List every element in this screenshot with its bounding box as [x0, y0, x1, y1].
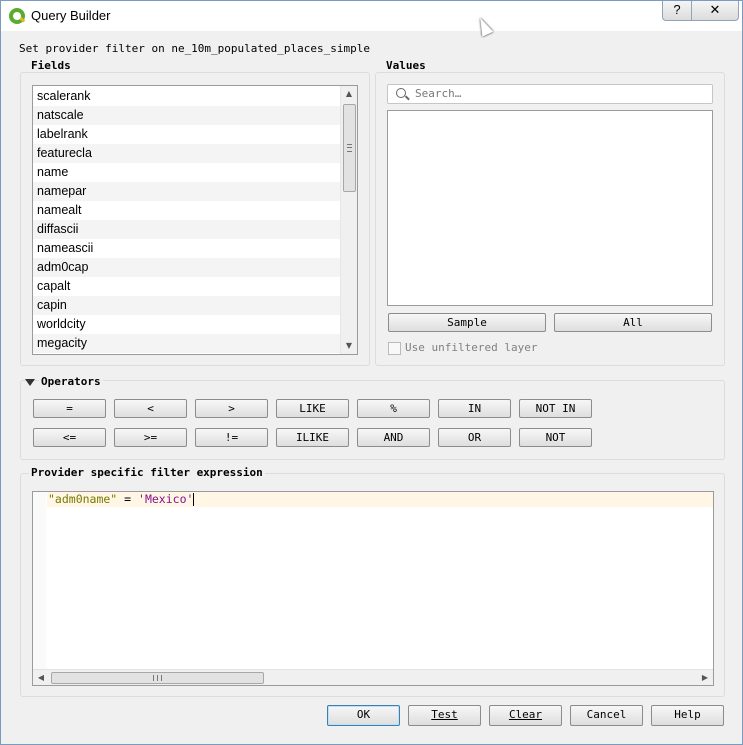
- op-in-button[interactable]: IN: [438, 399, 511, 418]
- op-not-in-button[interactable]: NOT IN: [519, 399, 592, 418]
- operators-group-title: Operators: [39, 375, 103, 388]
- test-button-label: Test: [431, 708, 458, 721]
- provider-filter-label: Set provider filter on ne_10m_populated_…: [19, 42, 370, 55]
- collapse-triangle-icon[interactable]: [25, 379, 35, 386]
- scroll-right-icon[interactable]: ▶: [697, 670, 713, 685]
- test-button[interactable]: Test: [408, 705, 481, 726]
- values-list[interactable]: [387, 110, 713, 306]
- field-list-item[interactable]: scalerank: [33, 87, 340, 106]
- field-list-item[interactable]: capalt: [33, 277, 340, 296]
- op-percent-button[interactable]: %: [357, 399, 430, 418]
- field-list-item[interactable]: capin: [33, 296, 340, 315]
- close-button[interactable]: ✕: [691, 1, 739, 21]
- query-builder-window: Query Builder ? ✕ Set provider filter on…: [0, 0, 743, 745]
- scroll-thumb[interactable]: [343, 104, 356, 192]
- fields-group-title: Fields: [29, 59, 73, 72]
- expression-field-token: "adm0name": [48, 492, 118, 506]
- operators-group: [20, 380, 725, 460]
- op-ilike-button[interactable]: ILIKE: [276, 428, 349, 447]
- expression-value-token: 'Mexico': [138, 492, 194, 506]
- field-list-item[interactable]: nameascii: [33, 239, 340, 258]
- horizontal-scroll-thumb[interactable]: [51, 672, 264, 684]
- field-list-item[interactable]: namepar: [33, 182, 340, 201]
- scroll-down-icon[interactable]: ▼: [341, 338, 357, 354]
- field-list-item[interactable]: name: [33, 163, 340, 182]
- help-button[interactable]: Help: [651, 705, 724, 726]
- field-list-item[interactable]: adm0cap: [33, 258, 340, 277]
- field-list-item[interactable]: natscale: [33, 106, 340, 125]
- field-list-item[interactable]: megacity: [33, 334, 340, 353]
- search-icon: [396, 88, 406, 98]
- clear-button-label: Clear: [508, 708, 543, 721]
- unfiltered-layer-checkbox[interactable]: [388, 342, 401, 355]
- scroll-up-icon[interactable]: ▲: [341, 86, 357, 102]
- op-less-equal-button[interactable]: <=: [33, 428, 106, 447]
- op-like-button[interactable]: LIKE: [276, 399, 349, 418]
- sample-button[interactable]: Sample: [388, 313, 546, 332]
- title-bar: Query Builder ? ✕: [1, 1, 742, 31]
- expression-operator-token: =: [117, 492, 139, 506]
- op-or-button[interactable]: OR: [438, 428, 511, 447]
- values-search-input[interactable]: Search…: [387, 84, 713, 104]
- op-greater-equal-button[interactable]: >=: [114, 428, 187, 447]
- clear-button[interactable]: Clear: [489, 705, 562, 726]
- qgis-logo-icon: [9, 8, 25, 24]
- expression-text[interactable]: "adm0name" = 'Mexico': [48, 492, 195, 507]
- scroll-left-icon[interactable]: ◀: [33, 670, 49, 685]
- field-list-item[interactable]: labelrank: [33, 125, 340, 144]
- field-list-item[interactable]: featurecla: [33, 144, 340, 163]
- field-list-item[interactable]: diffascii: [33, 220, 340, 239]
- op-greater-button[interactable]: >: [195, 399, 268, 418]
- window-title: Query Builder: [31, 8, 111, 23]
- search-placeholder: Search…: [415, 87, 462, 100]
- ok-button[interactable]: OK: [327, 705, 400, 726]
- cancel-button[interactable]: Cancel: [570, 705, 643, 726]
- field-list-item[interactable]: namealt: [33, 201, 340, 220]
- fields-vertical-scrollbar[interactable]: ▲ ▼: [340, 86, 357, 354]
- field-list-item[interactable]: worldcity: [33, 315, 340, 334]
- text-caret: [193, 493, 195, 506]
- help-title-button[interactable]: ?: [662, 1, 692, 21]
- grip-icon: [153, 675, 162, 681]
- op-not-button[interactable]: NOT: [519, 428, 592, 447]
- editor-margin: [33, 492, 46, 669]
- all-button[interactable]: All: [554, 313, 712, 332]
- expression-horizontal-scrollbar[interactable]: ◀ ▶: [33, 669, 713, 685]
- filter-expression-editor[interactable]: "adm0name" = 'Mexico' ◀ ▶: [32, 491, 714, 686]
- unfiltered-layer-label: Use unfiltered layer: [405, 341, 538, 354]
- op-less-button[interactable]: <: [114, 399, 187, 418]
- expression-group-title: Provider specific filter expression: [29, 466, 265, 479]
- values-group-title: Values: [384, 59, 428, 72]
- grip-icon: [347, 144, 352, 152]
- op-and-button[interactable]: AND: [357, 428, 430, 447]
- op-equals-button[interactable]: =: [33, 399, 106, 418]
- fields-list[interactable]: scalerank natscale labelrank featurecla name…: [32, 85, 358, 355]
- op-not-equal-button[interactable]: !=: [195, 428, 268, 447]
